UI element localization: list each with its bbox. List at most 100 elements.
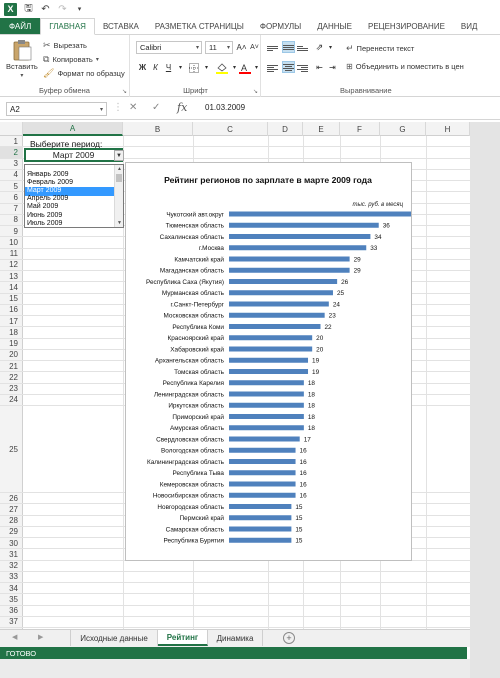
row-header[interactable]: 30: [0, 538, 23, 550]
row-header[interactable]: 26: [0, 493, 23, 505]
column-header-g[interactable]: G: [380, 122, 426, 136]
align-bottom-button[interactable]: [297, 42, 310, 54]
row-header[interactable]: 22: [0, 372, 23, 384]
undo-icon[interactable]: ↶: [40, 4, 51, 15]
period-dropdown-button[interactable]: ▼: [114, 150, 124, 161]
row-header[interactable]: 21: [0, 361, 23, 373]
decrease-indent-button[interactable]: ⇤: [313, 61, 326, 74]
scroll-up-icon[interactable]: ▲: [115, 165, 123, 173]
underline-dropdown-icon[interactable]: ▾: [174, 61, 187, 74]
tab-data[interactable]: ДАННЫЕ: [309, 18, 360, 34]
row-header[interactable]: 2: [0, 147, 23, 159]
orientation-dropdown-icon[interactable]: ▾: [324, 41, 337, 54]
row-header[interactable]: 36: [0, 606, 23, 617]
row-header[interactable]: 23: [0, 384, 23, 395]
merge-center-button[interactable]: ⊞ Объединить и поместить в цен: [346, 62, 464, 71]
tab-formulas[interactable]: ФОРМУЛЫ: [252, 18, 309, 34]
tab-home[interactable]: ГЛАВНАЯ: [40, 18, 95, 35]
align-right-button[interactable]: [297, 62, 310, 74]
row-header[interactable]: 14: [0, 282, 23, 294]
paste-button[interactable]: Вставить ▾: [6, 39, 38, 79]
insert-function-button[interactable]: fx: [177, 101, 187, 114]
align-middle-button[interactable]: [282, 41, 295, 53]
font-size-combo[interactable]: 11 ▾: [205, 41, 233, 54]
font-name-combo[interactable]: Calibri ▾: [136, 41, 202, 54]
row-header[interactable]: 16: [0, 305, 23, 316]
column-header-e[interactable]: E: [303, 122, 340, 136]
borders-dropdown-icon[interactable]: ▾: [200, 61, 213, 74]
formula-input[interactable]: 01.03.2009: [205, 103, 245, 112]
borders-button[interactable]: [187, 61, 200, 74]
grow-font-button[interactable]: A˄: [235, 41, 248, 54]
row-header[interactable]: 35: [0, 594, 23, 606]
row-header[interactable]: 12: [0, 260, 23, 271]
row-header[interactable]: 11: [0, 249, 23, 260]
row-header[interactable]: 20: [0, 350, 23, 361]
row-header[interactable]: 15: [0, 294, 23, 305]
row-header[interactable]: 9: [0, 226, 23, 238]
row-header[interactable]: 31: [0, 549, 23, 561]
scroll-thumb[interactable]: [116, 174, 122, 182]
column-header-b[interactable]: B: [123, 122, 193, 136]
save-icon[interactable]: 🖫: [23, 1, 34, 18]
row-header[interactable]: 28: [0, 516, 23, 527]
row-header[interactable]: 37: [0, 617, 23, 628]
row-header[interactable]: 29: [0, 527, 23, 538]
italic-button[interactable]: К: [149, 61, 162, 74]
name-box[interactable]: A2 ▾: [6, 102, 107, 116]
row-header[interactable]: 10: [0, 237, 23, 249]
row-header[interactable]: 5: [0, 181, 23, 193]
bold-button[interactable]: Ж: [136, 61, 149, 74]
column-header-d[interactable]: D: [268, 122, 303, 136]
cancel-icon[interactable]: ✕: [129, 102, 137, 113]
enter-icon[interactable]: ✓: [152, 102, 160, 113]
copy-button[interactable]: ⧉ Копировать ▾: [43, 54, 99, 65]
column-header-h[interactable]: H: [426, 122, 470, 136]
list-item[interactable]: Июль 2009: [25, 220, 114, 227]
row-header[interactable]: 32: [0, 561, 23, 572]
wrap-text-button[interactable]: ↵ Перенести текст: [346, 43, 414, 54]
increase-indent-button[interactable]: ⇥: [326, 61, 339, 74]
font-expand-icon[interactable]: ↘: [253, 88, 258, 95]
cut-button[interactable]: ✂ Вырезать: [43, 40, 87, 51]
row-header[interactable]: 3: [0, 159, 23, 170]
align-center-button[interactable]: [282, 61, 295, 73]
align-top-button[interactable]: [267, 42, 280, 54]
column-header-f[interactable]: F: [340, 122, 380, 136]
period-dropdown-list[interactable]: Январь 2009 Февраль 2009 Март 2009 Апрель 2…: [24, 164, 124, 228]
row-header[interactable]: 7: [0, 204, 23, 215]
column-header-c[interactable]: C: [193, 122, 268, 136]
sheet-tab-rating[interactable]: Рейтинг: [158, 630, 208, 646]
copy-dropdown-icon[interactable]: ▾: [96, 56, 99, 63]
row-header[interactable]: 33: [0, 572, 23, 583]
tab-insert[interactable]: ВСТАВКА: [95, 18, 147, 34]
row-header[interactable]: 1: [0, 136, 23, 148]
shrink-font-button[interactable]: A˅: [248, 41, 261, 54]
row-header[interactable]: 18: [0, 327, 23, 339]
add-sheet-button[interactable]: +: [283, 632, 295, 644]
row-header[interactable]: 24: [0, 395, 23, 406]
row-header[interactable]: 13: [0, 271, 23, 283]
customize-icon[interactable]: ▾: [74, 5, 85, 13]
row-header[interactable]: 25: [0, 406, 23, 493]
tab-file[interactable]: ФАЙЛ: [0, 18, 41, 34]
sheet-tab-dynamics[interactable]: Динамика: [208, 630, 263, 646]
clipboard-expand-icon[interactable]: ↘: [122, 88, 127, 95]
prev-sheet-icon[interactable]: ◀: [12, 633, 17, 641]
row-header[interactable]: 6: [0, 192, 23, 204]
row-header[interactable]: 19: [0, 339, 23, 350]
next-sheet-icon[interactable]: ▶: [38, 633, 43, 641]
select-all-button[interactable]: [0, 122, 23, 136]
row-header[interactable]: 17: [0, 316, 23, 328]
row-header[interactable]: 34: [0, 583, 23, 595]
scroll-down-icon[interactable]: ▼: [115, 219, 123, 227]
salary-rating-chart[interactable]: Рейтинг регионов по зарплате в марте 200…: [125, 162, 424, 561]
period-select-cell[interactable]: Март 2009: [24, 148, 123, 162]
tab-view[interactable]: ВИД: [453, 18, 486, 34]
sheet-tab-source-data[interactable]: Исходные данные: [70, 630, 158, 646]
tab-page-layout[interactable]: РАЗМЕТКА СТРАНИЦЫ: [147, 18, 252, 34]
tab-review[interactable]: РЕЦЕНЗИРОВАНИЕ: [360, 18, 453, 34]
row-header[interactable]: 27: [0, 504, 23, 516]
row-header[interactable]: 4: [0, 170, 23, 181]
column-header-a[interactable]: A: [23, 122, 123, 136]
